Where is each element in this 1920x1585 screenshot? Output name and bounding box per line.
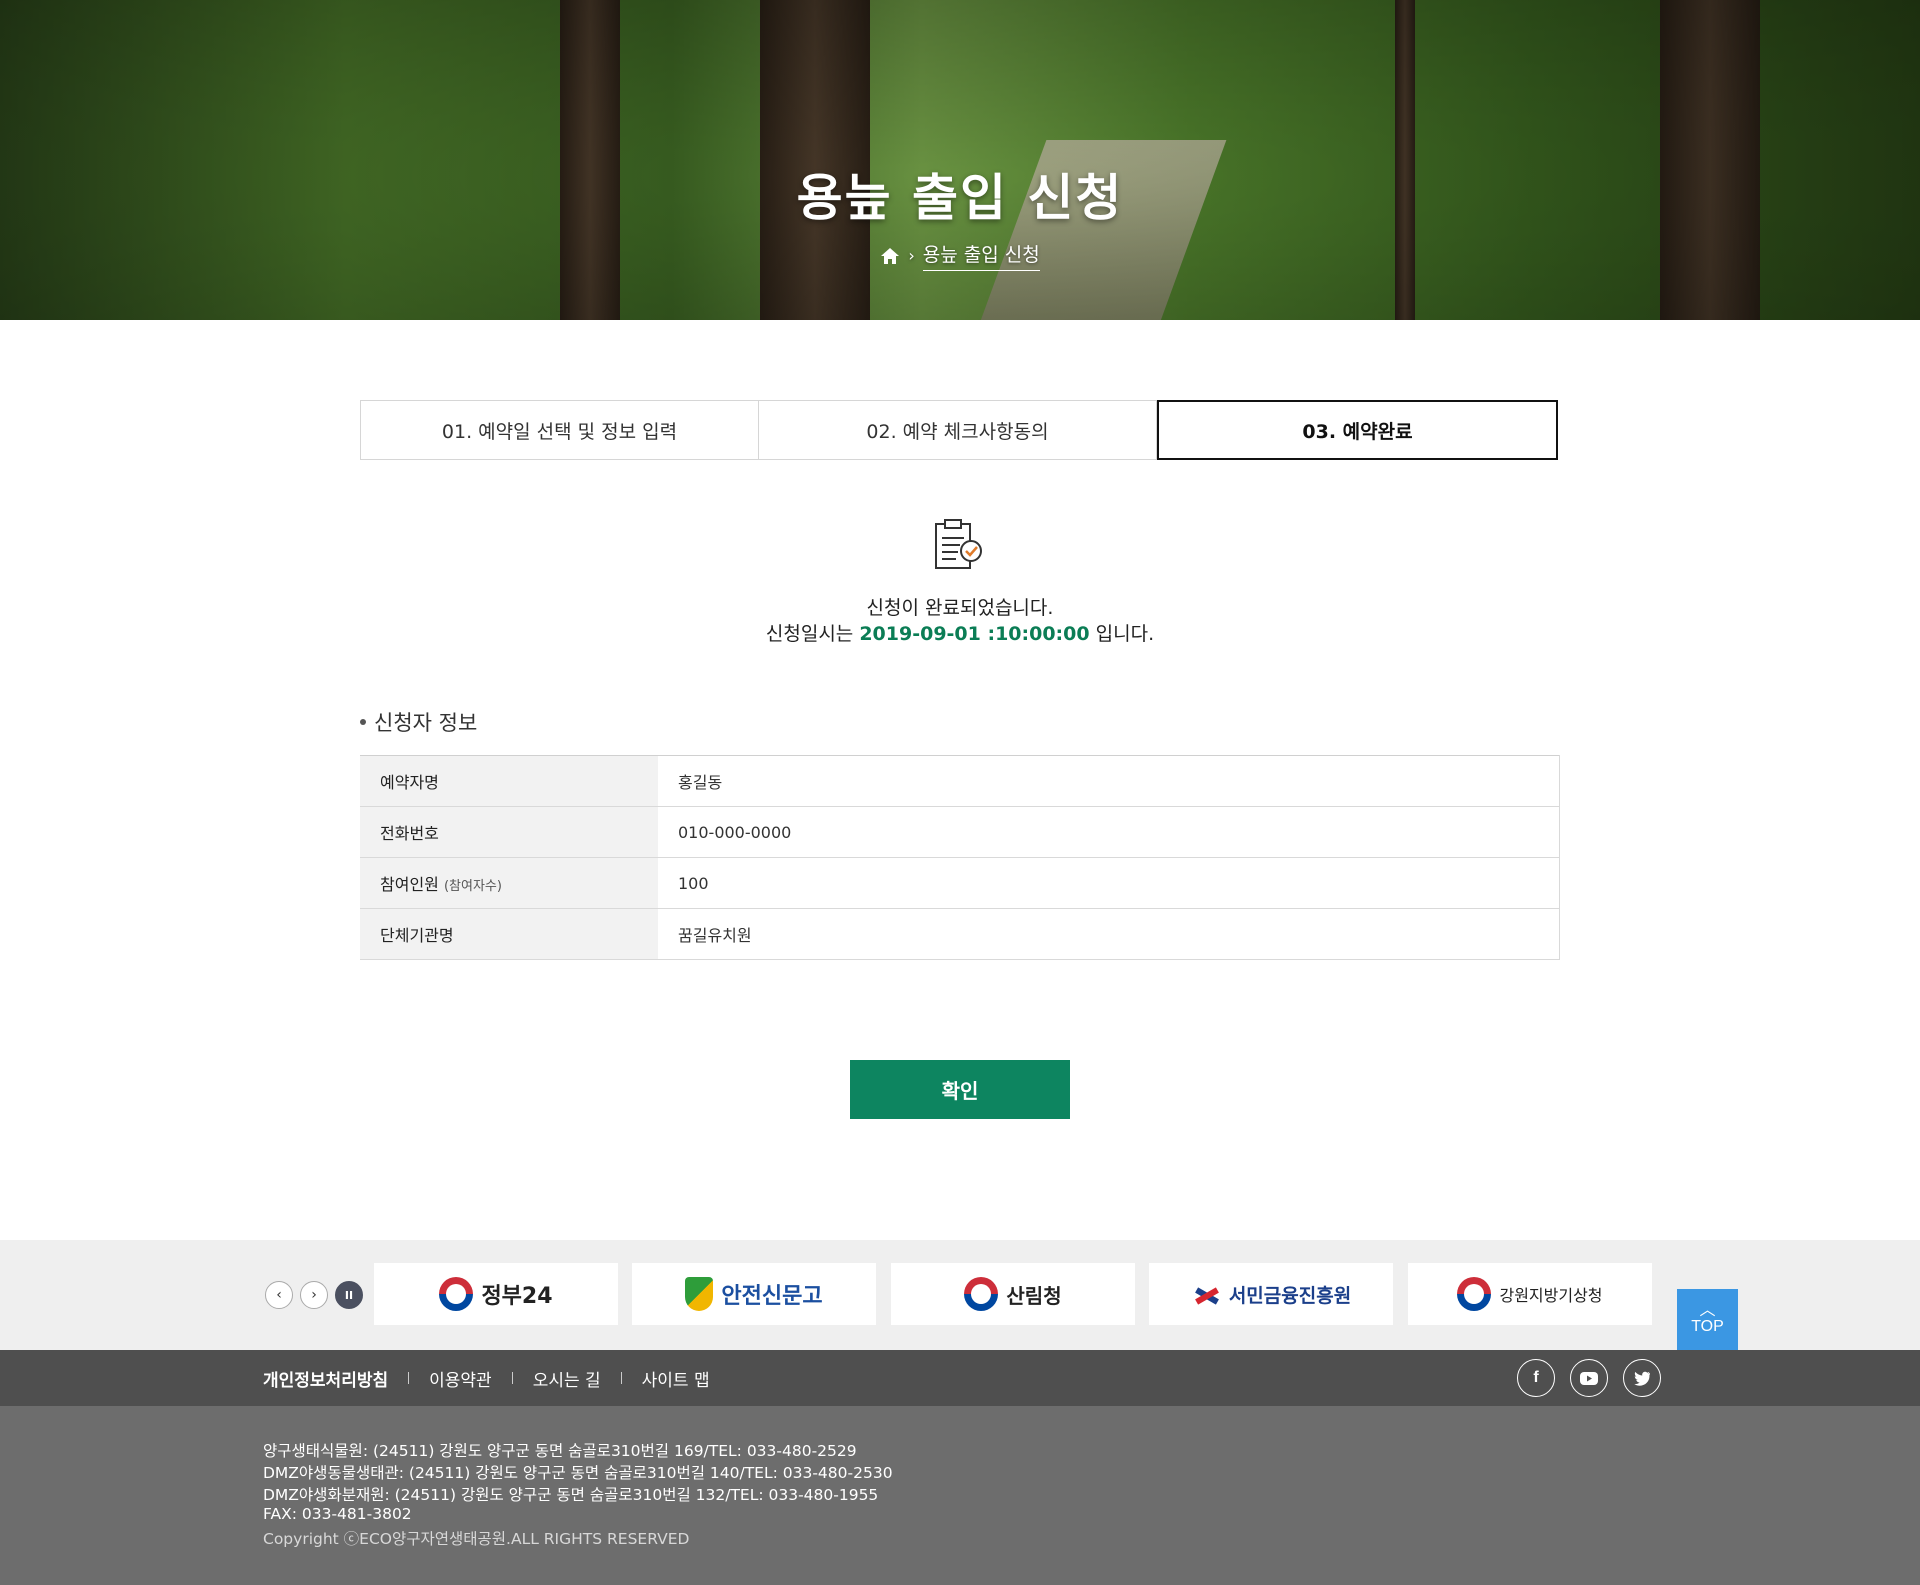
- footer-link-terms[interactable]: 이용약관: [409, 1366, 512, 1391]
- twitter-icon[interactable]: [1623, 1359, 1661, 1397]
- banner-pause-button[interactable]: II: [335, 1281, 363, 1309]
- home-icon[interactable]: [880, 247, 900, 265]
- clipboard-check-icon: [935, 519, 982, 569]
- row-value: 홍길동: [658, 755, 1560, 807]
- facebook-icon[interactable]: f: [1517, 1359, 1555, 1397]
- complete-datetime-message: 신청일시는 2019-09-01 :10:00:00 입니다.: [0, 619, 1920, 646]
- copyright: Copyright ⓒECO양구자연생태공원.ALL RIGHTS RESERV…: [263, 1530, 690, 1548]
- footer-link-directions[interactable]: 오시는 길: [513, 1366, 621, 1391]
- footer-address: DMZ야생동물생태관: (24511) 강원도 양구군 동면 숨골로310번길 …: [263, 1464, 893, 1482]
- row-value: 꿈길유치원: [658, 908, 1560, 960]
- banner-forest-service[interactable]: 산림청: [891, 1263, 1135, 1325]
- table-row: 예약자명 홍길동: [360, 755, 1560, 807]
- footer-link-sitemap[interactable]: 사이트 맵: [622, 1366, 730, 1391]
- row-note: (참여자수): [443, 879, 502, 894]
- youtube-icon[interactable]: [1570, 1359, 1608, 1397]
- row-value: 100: [658, 857, 1560, 909]
- datetime-suffix: 입니다.: [1095, 623, 1155, 645]
- chevron-right-icon: ›: [908, 246, 915, 265]
- cross-mark-icon: [1191, 1281, 1221, 1307]
- chevron-up-icon: ︿: [1699, 1301, 1716, 1319]
- footer-address: DMZ야생화분재원: (24511) 강원도 양구군 동면 숨골로310번길 1…: [263, 1486, 879, 1504]
- taegeuk-icon: [1457, 1277, 1492, 1311]
- row-value: 010-000-0000: [658, 806, 1560, 858]
- table-row: 참여인원 (참여자수) 100: [360, 857, 1560, 909]
- taegeuk-icon: [439, 1277, 474, 1311]
- page-title: 용늪 출입 신청: [796, 169, 1124, 227]
- breadcrumb-current[interactable]: 용늪 출입 신청: [922, 240, 1040, 271]
- application-datetime: 2019-09-01 :10:00:00: [859, 623, 1090, 645]
- row-label: 참여인원 (참여자수): [360, 857, 658, 909]
- chevron-left-icon: ‹: [276, 1287, 282, 1303]
- step-1: 01. 예약일 선택 및 정보 입력: [360, 400, 759, 460]
- shield-icon: [685, 1277, 714, 1311]
- footer-address: 양구생태식물원: (24511) 강원도 양구군 동면 숨골로310번길 169…: [263, 1442, 857, 1460]
- taegeuk-icon: [964, 1277, 999, 1311]
- banner-next-button[interactable]: ›: [300, 1281, 328, 1309]
- step-3: 03. 예약완료: [1157, 400, 1558, 460]
- banner-weather[interactable]: 강원지방기상청: [1408, 1263, 1652, 1325]
- confirm-button[interactable]: 확인: [850, 1060, 1070, 1119]
- table-row: 단체기관명 꿈길유치원: [360, 908, 1560, 960]
- banner-kinfa[interactable]: 서민금융진흥원: [1149, 1263, 1393, 1325]
- step-2: 02. 예약 체크사항동의: [759, 400, 1157, 460]
- datetime-prefix: 신청일시는: [765, 623, 854, 645]
- table-row: 전화번호 010-000-0000: [360, 806, 1560, 858]
- row-label: 예약자명: [360, 755, 658, 807]
- footer-links: 개인정보처리방침 이용약관 오시는 길 사이트 맵: [263, 1350, 730, 1406]
- breadcrumb: › 용늪 출입 신청: [0, 240, 1920, 271]
- complete-message: 신청이 완료되었습니다.: [866, 597, 1054, 619]
- footer-link-privacy[interactable]: 개인정보처리방침: [263, 1366, 408, 1391]
- row-label: 단체기관명: [360, 908, 658, 960]
- chevron-right-icon: ›: [311, 1287, 317, 1303]
- footer-fax: FAX: 033-481-3802: [263, 1505, 412, 1523]
- pause-icon: II: [344, 1288, 354, 1302]
- step-tabs: 01. 예약일 선택 및 정보 입력 02. 예약 체크사항동의 03. 예약완…: [360, 400, 1558, 460]
- bullet-icon: [360, 719, 366, 725]
- banner-gov24[interactable]: 정부24: [374, 1263, 618, 1325]
- section-title-applicant: 신청자 정보: [360, 707, 477, 737]
- row-label: 전화번호: [360, 806, 658, 858]
- banner-safety-report[interactable]: 안전신문고: [632, 1263, 876, 1325]
- scroll-top-button[interactable]: ︿ TOP: [1677, 1289, 1738, 1350]
- applicant-table: 예약자명 홍길동 전화번호 010-000-0000 참여인원 (참여자수) 1…: [360, 755, 1560, 960]
- banner-prev-button[interactable]: ‹: [265, 1281, 293, 1309]
